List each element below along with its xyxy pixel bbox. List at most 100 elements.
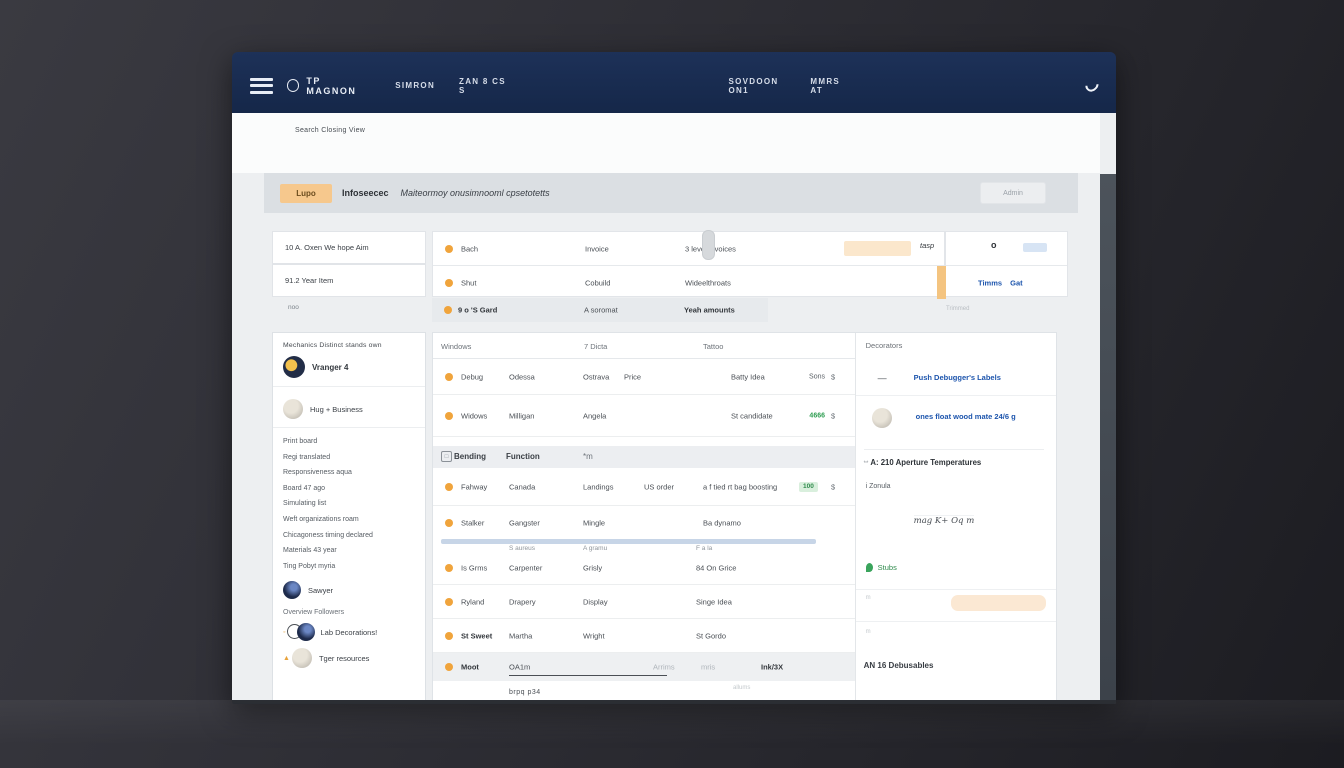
avatar-pair xyxy=(287,623,313,641)
follower-name: Tger resources xyxy=(319,654,369,663)
cell: Odessa xyxy=(509,372,535,381)
cell: mris xyxy=(701,663,715,672)
amount-cell: Ink/3X xyxy=(761,663,783,672)
sidebar-follower-1[interactable]: ◦ Lab Decorations! xyxy=(283,623,415,641)
link-gat[interactable]: Gat xyxy=(1010,278,1023,287)
top-row-b[interactable]: Shut Cobuild Wideelthroats xyxy=(433,266,944,299)
avatar xyxy=(283,581,301,599)
details-link-2[interactable]: ones float wood mate 24/6 g xyxy=(916,412,1046,422)
top-navbar: TP MAGNON SIMRON ZAN 8 CS S SOVDOON ON1 … xyxy=(232,52,1116,113)
sidebar-panel-title: Mechanics Distinct stands own xyxy=(283,342,415,349)
column-header[interactable]: Windows xyxy=(441,342,471,351)
app-window: TP MAGNON SIMRON ZAN 8 CS S SOVDOON ON1 … xyxy=(232,52,1116,704)
sidebar-link[interactable]: Ting Pobyt myria xyxy=(283,559,415,575)
divider xyxy=(856,621,1056,622)
table-row[interactable]: Debug Odessa Ostrava Price Batty Idea So… xyxy=(433,359,855,395)
column-header[interactable]: 7 Dicta xyxy=(584,342,607,351)
top-right-row-a[interactable]: o xyxy=(946,232,1067,265)
status-dot-icon xyxy=(445,245,453,253)
cell: Canada xyxy=(509,482,535,491)
cell: Bach xyxy=(461,244,478,253)
brand[interactable]: TP MAGNON xyxy=(287,76,371,96)
status-dot-icon xyxy=(445,663,453,671)
progress-bar xyxy=(441,539,816,544)
avatar xyxy=(283,399,303,419)
desktop-background: TP MAGNON SIMRON ZAN 8 CS S SOVDOON ON1 … xyxy=(0,0,1344,768)
top-row-c[interactable]: 9 o 'S Gard A soromat Yeah amounts xyxy=(432,298,768,322)
table-row[interactable]: Stalker Gangster Mingle Ba dynamo xyxy=(433,506,855,539)
status-dot-icon xyxy=(445,483,453,491)
sidebar-follower-2[interactable]: ▲ Tger resources xyxy=(283,648,415,668)
details-row-1: — Push Debugger's Labels xyxy=(856,363,1056,395)
table-footnote: brpq p34 xyxy=(509,689,541,696)
nav-item-3[interactable]: SOVDOON ON1 xyxy=(728,77,786,95)
link-timms[interactable]: Timms xyxy=(978,278,1002,287)
sidebar-link[interactable]: Print board xyxy=(283,434,415,450)
sidebar-link[interactable]: Regi translated xyxy=(283,450,415,466)
cell: Moot xyxy=(461,663,479,672)
cell: A soromat xyxy=(584,306,618,315)
trimmed-label: Trimmed xyxy=(946,306,969,312)
scrollbar-thumb[interactable] xyxy=(702,230,715,260)
cell: Debug xyxy=(461,372,483,381)
tag-label: tasp xyxy=(920,241,934,250)
loader-crescent-icon[interactable] xyxy=(1083,75,1101,93)
mini-button[interactable] xyxy=(1023,243,1047,252)
flag-icon: ◦ xyxy=(283,629,285,636)
selected-accent-bar xyxy=(937,266,946,299)
sidebar-member-2[interactable]: Hug + Business xyxy=(283,399,415,419)
cell: Fahway xyxy=(461,482,487,491)
sidebar-link[interactable]: Weft organizations roam xyxy=(283,512,415,528)
cell: Angela xyxy=(583,411,606,420)
table-row[interactable]: St Sweet Martha Wright St Gordo xyxy=(433,619,855,653)
brand-logo-icon xyxy=(287,79,299,92)
faint-marker: m xyxy=(866,595,871,601)
sidebar-card-2-label: 91.2 Year Item xyxy=(285,276,333,285)
table-row-selected[interactable]: Moot OA1m Arrims mris Ink/3X xyxy=(433,653,855,681)
status-dot-icon xyxy=(445,564,453,572)
nav-item-1[interactable]: SIMRON xyxy=(395,81,435,90)
avatar xyxy=(297,623,315,641)
details-green-row[interactable]: Stubs xyxy=(866,563,897,572)
sidebar-link[interactable]: Simulating list xyxy=(283,496,415,512)
sidebar-link[interactable]: Board 47 ago xyxy=(283,481,415,497)
sidebar-card-open-items[interactable]: 10 A. Oxen We hope Aim xyxy=(272,231,426,264)
top-right-card: o Timms Gat xyxy=(945,231,1068,297)
amount-cell: Sons xyxy=(795,373,825,380)
details-panel: Decorators — Push Debugger's Labels ones… xyxy=(855,333,1056,700)
section-icon: □ xyxy=(441,451,452,462)
banner-action-button[interactable]: Admin xyxy=(980,182,1046,204)
search-view-label[interactable]: Search Closing View xyxy=(295,127,365,134)
hamburger-menu-icon[interactable] xyxy=(250,78,273,94)
avatar xyxy=(283,356,305,378)
sidebar-member-1[interactable]: Vranger 4 xyxy=(283,356,415,378)
amount-badge: 100 xyxy=(799,482,818,492)
nav-item-4[interactable]: MMRS AT xyxy=(810,77,846,95)
cell: Singe Idea xyxy=(696,597,732,606)
cell: Yeah amounts xyxy=(684,306,735,315)
status-dot-icon xyxy=(445,598,453,606)
leaf-icon xyxy=(866,563,873,572)
sidebar-member-3[interactable]: Sawyer xyxy=(283,581,415,599)
section-title: Function xyxy=(506,452,540,461)
table-row[interactable]: Widows Milligan Angela St candidate 4666… xyxy=(433,395,855,437)
sidebar-link[interactable]: Materials 43 year xyxy=(283,543,415,559)
cell: Ba dynamo xyxy=(703,518,741,527)
cell: Shut xyxy=(461,278,476,287)
cell: Stalker xyxy=(461,518,484,527)
table-row[interactable]: Ryland Drapery Display Singe Idea xyxy=(433,585,855,619)
sidebar-card-year-item[interactable]: 91.2 Year Item xyxy=(272,264,426,297)
underline-rule xyxy=(509,675,667,676)
sidebar-link[interactable]: Responsiveness aqua xyxy=(283,465,415,481)
table-row[interactable]: Fahway Canada Landings US order a f tied… xyxy=(433,468,855,506)
nav-item-2[interactable]: ZAN 8 CS S xyxy=(459,77,513,95)
table-row[interactable]: Is Grms Carpenter Grisly 84 On Grice xyxy=(433,551,855,585)
top-row-a[interactable]: Bach Invoice 3 level invoices tasp xyxy=(433,232,944,265)
sidebar-link[interactable]: Chicagoness timing declared xyxy=(283,528,415,544)
sidebar-mini-label: noo xyxy=(288,304,299,311)
column-header[interactable]: Tattoo xyxy=(703,342,723,351)
table-section-header[interactable]: □ Bending Function *m xyxy=(433,446,855,468)
top-right-row-b[interactable]: Timms Gat xyxy=(946,266,1067,299)
cell: Widows xyxy=(461,411,487,420)
details-link-1[interactable]: Push Debugger's Labels xyxy=(914,373,1044,383)
